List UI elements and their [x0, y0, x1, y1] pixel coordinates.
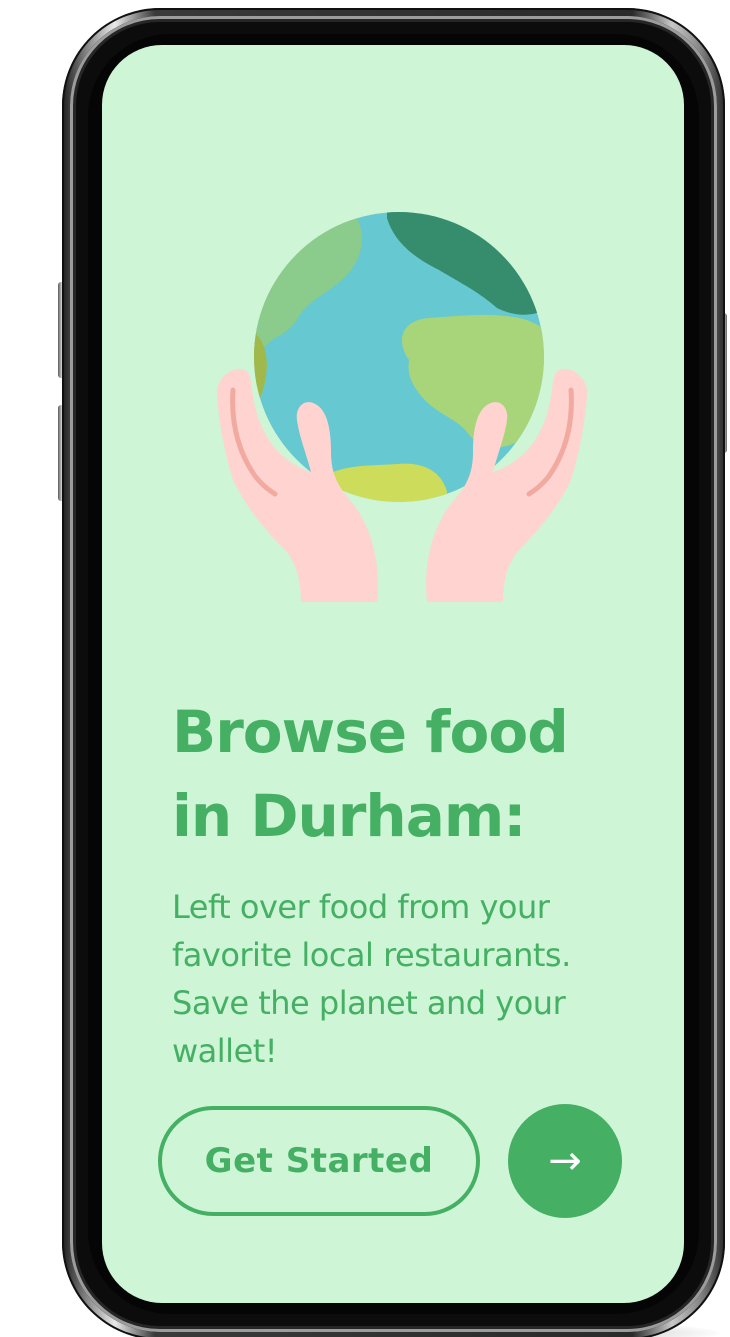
get-started-button[interactable]: Get Started	[158, 1106, 480, 1216]
description-text: Left over food from your favorite local …	[172, 888, 571, 1070]
next-button[interactable]: →	[508, 1104, 622, 1218]
device-mockup: Browse food in Durham: Left over food fr…	[0, 0, 730, 1337]
arrow-right-icon: →	[548, 1138, 582, 1184]
earth-in-hands-icon	[216, 212, 588, 602]
onboarding-screen: Browse food in Durham: Left over food fr…	[102, 45, 684, 1303]
headline-line-2: in Durham:	[172, 782, 526, 850]
headline-line-1: Browse food	[172, 698, 569, 766]
get-started-label: Get Started	[204, 1141, 434, 1181]
page-title: Browse food in Durham:	[172, 690, 642, 858]
